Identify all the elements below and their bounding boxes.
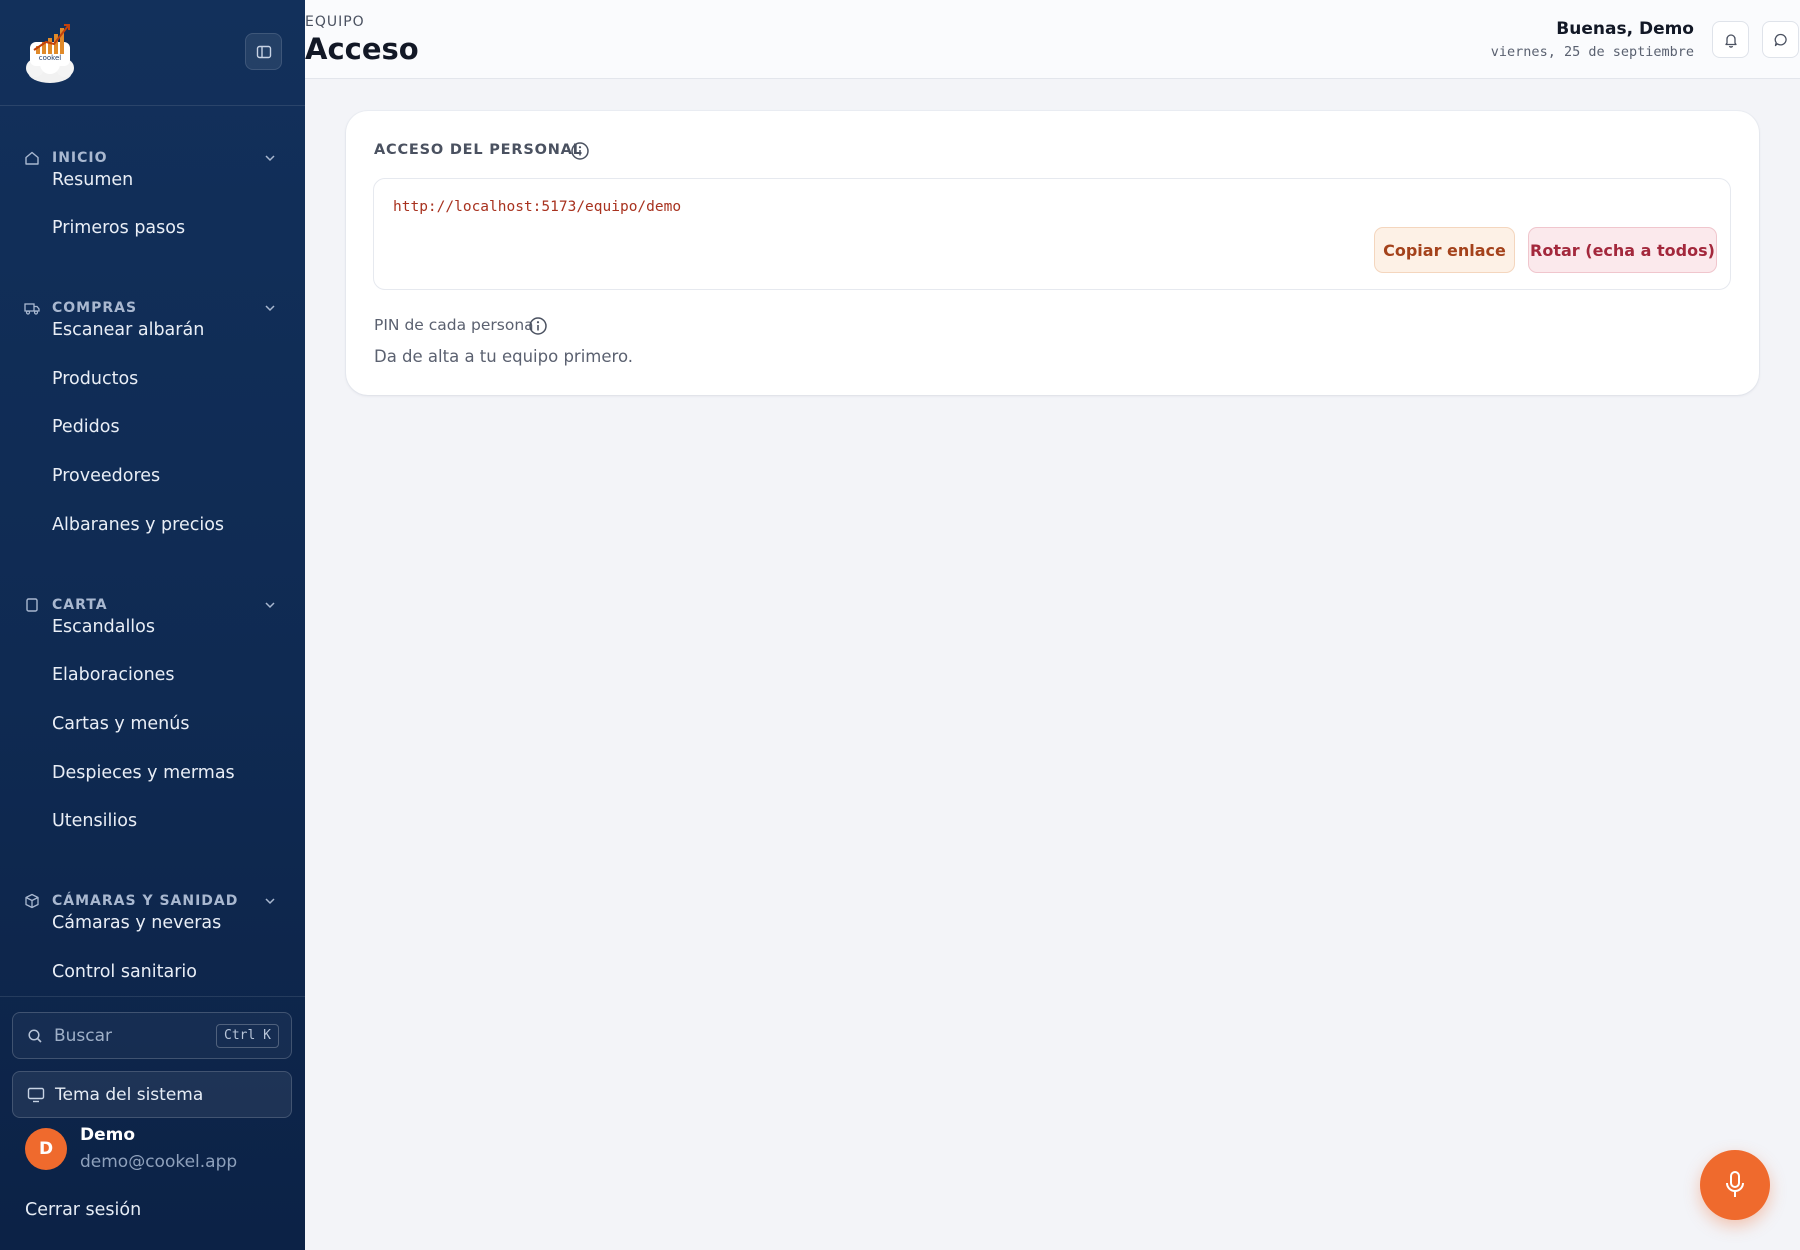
monitor-icon — [27, 1087, 45, 1103]
section-header-inicio[interactable]: INICIO — [0, 138, 305, 178]
greeting-text: Buenas, Demo — [1556, 19, 1694, 39]
user-email: demo@cookel.app — [80, 1152, 238, 1172]
section-label: CÁMARAS Y SANIDAD — [52, 893, 239, 909]
sidebar-item-resumen[interactable]: Resumen — [52, 170, 133, 190]
info-icon[interactable] — [570, 141, 590, 161]
chevron-down-icon — [265, 305, 275, 312]
chat-button[interactable] — [1762, 21, 1799, 58]
book-icon — [26, 598, 38, 612]
sidebar-header: cookel — [0, 0, 305, 106]
search-placeholder: Buscar — [54, 1026, 113, 1046]
sidebar-item-elaboraciones[interactable]: Elaboraciones — [52, 665, 175, 685]
svg-text:cookel: cookel — [39, 54, 62, 62]
access-link-box: http://localhost:5173/equipo/demo Copiar… — [373, 178, 1731, 290]
home-icon — [25, 151, 39, 165]
microphone-icon — [1726, 1171, 1744, 1197]
page-header: EQUIPO Acceso Buenas, Demo viernes, 25 d… — [305, 0, 1800, 79]
page-eyebrow: EQUIPO — [305, 14, 365, 30]
chevron-down-icon — [265, 602, 275, 609]
sidebar-item-pedidos[interactable]: Pedidos — [52, 417, 120, 437]
staff-access-card: ACCESO DEL PERSONAL http://localhost:517… — [346, 111, 1759, 395]
sidebar-item-escandallos[interactable]: Escandallos — [52, 617, 155, 637]
user-name: Demo — [80, 1125, 136, 1145]
notifications-button[interactable] — [1712, 21, 1749, 58]
search-shortcut-badge: Ctrl K — [216, 1024, 279, 1048]
voice-input-button[interactable] — [1700, 1150, 1770, 1220]
sidebar-item-camaras-neveras[interactable]: Cámaras y neveras — [52, 913, 221, 933]
section-label: CARTA — [52, 597, 108, 613]
theme-label: Tema del sistema — [55, 1085, 204, 1105]
chevron-down-icon — [265, 155, 275, 162]
search-icon — [28, 1029, 42, 1043]
section-label: INICIO — [52, 150, 108, 166]
sidebar-item-utensilios[interactable]: Utensilios — [52, 811, 137, 831]
sidebar-item-productos[interactable]: Productos — [52, 369, 138, 389]
sidebar-item-despieces-mermas[interactable]: Despieces y mermas — [52, 763, 235, 783]
chevron-down-icon — [265, 898, 275, 905]
avatar[interactable]: D — [25, 1128, 67, 1170]
chat-bubble-icon — [1774, 33, 1787, 46]
empty-state-message: Da de alta a tu equipo primero. — [374, 347, 633, 366]
box-icon — [25, 893, 39, 909]
cookel-logo[interactable]: cookel — [22, 20, 78, 84]
sidebar-item-cartas-menus[interactable]: Cartas y menús — [52, 714, 189, 734]
section-label: COMPRAS — [52, 300, 138, 316]
truck-icon — [24, 303, 40, 315]
search-input[interactable]: Buscar Ctrl K — [12, 1012, 292, 1059]
page-title: Acceso — [305, 32, 419, 66]
sidebar-footer: Buscar Ctrl K Tema del sistema D Demo de… — [0, 996, 305, 1250]
sidebar-item-proveedores[interactable]: Proveedores — [52, 466, 160, 486]
sidebar-collapse-button[interactable] — [245, 33, 282, 70]
bell-icon — [1724, 33, 1737, 48]
current-date: viernes, 25 de septiembre — [1490, 44, 1694, 60]
sidebar-toggle-icon — [256, 45, 271, 58]
sidebar-item-albaranes-precios[interactable]: Albaranes y precios — [52, 515, 224, 535]
copy-link-button[interactable]: Copiar enlace — [1374, 227, 1515, 273]
sidebar-item-primeros-pasos[interactable]: Primeros pasos — [52, 218, 185, 238]
sidebar-nav: INICIO Resumen Primeros pasos COMPRAS Es… — [0, 106, 305, 996]
pin-section-label: PIN de cada persona — [374, 316, 534, 334]
sidebar: cookel INICIO Resumen Primeros pasos COM… — [0, 0, 305, 1250]
theme-toggle-button[interactable]: Tema del sistema — [12, 1071, 292, 1118]
info-icon[interactable] — [528, 316, 548, 336]
sidebar-item-escanear-albaran[interactable]: Escanear albarán — [52, 320, 204, 340]
logout-button[interactable]: Cerrar sesión — [25, 1200, 141, 1220]
rotate-link-button[interactable]: Rotar (echa a todos) — [1528, 227, 1717, 273]
access-url[interactable]: http://localhost:5173/equipo/demo — [393, 199, 681, 215]
sidebar-item-control-sanitario[interactable]: Control sanitario — [52, 962, 197, 982]
card-title: ACCESO DEL PERSONAL — [374, 142, 583, 158]
